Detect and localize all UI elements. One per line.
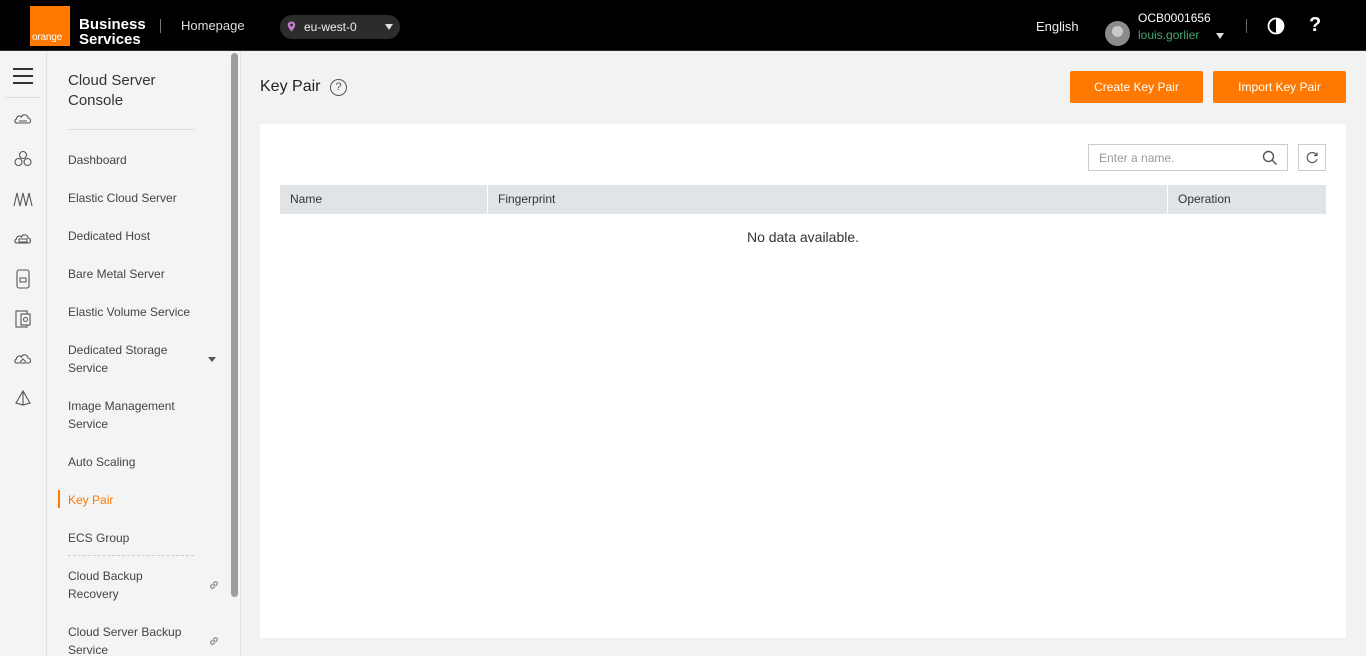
sidebar: Cloud Server Console Dashboard Elastic C… [48, 51, 241, 656]
rail-divider [6, 97, 40, 98]
brand-name: Business Services [79, 17, 159, 47]
search-input[interactable] [1089, 145, 1259, 170]
console-title: Cloud Server Console [68, 72, 156, 109]
brand-line-2: Services [79, 31, 141, 48]
sidebar-item-elastic-cloud-server[interactable]: Elastic Cloud Server [68, 189, 198, 207]
avatar[interactable] [1105, 21, 1130, 46]
cloud-sync-icon[interactable] [12, 348, 34, 370]
search-icon[interactable] [1262, 150, 1278, 166]
help-icon[interactable]: ? [1309, 14, 1321, 37]
empty-state-text: No data available. [746, 229, 860, 245]
sidebar-item-auto-scaling[interactable]: Auto Scaling [68, 453, 198, 471]
active-indicator [58, 490, 60, 508]
orange-logo[interactable]: orange [30, 6, 70, 46]
refresh-icon [1306, 151, 1318, 164]
sidebar-item-image-management-service[interactable]: Image Management Service [68, 397, 188, 433]
refresh-button[interactable] [1298, 144, 1326, 171]
column-fingerprint[interactable]: Fingerprint [488, 185, 1168, 214]
top-bar: orange Business Services Homepage eu-wes… [0, 0, 1366, 51]
column-name[interactable]: Name [280, 185, 488, 214]
sidebar-item-dedicated-host[interactable]: Dedicated Host [68, 227, 198, 245]
page-title: Key Pair [260, 78, 321, 95]
deploy-icon[interactable] [12, 388, 34, 410]
external-link-icon[interactable] [208, 635, 220, 647]
sidebar-item-bare-metal-server[interactable]: Bare Metal Server [68, 265, 198, 283]
region-value: eu-west-0 [304, 20, 357, 34]
search-box [1088, 144, 1288, 171]
user-menu-chevron-icon[interactable] [1216, 33, 1224, 39]
top-divider [1246, 19, 1247, 33]
title-divider [68, 129, 194, 130]
sidebar-item-dashboard[interactable]: Dashboard [68, 151, 198, 169]
database-icon[interactable] [12, 308, 34, 330]
chevron-down-icon [385, 24, 393, 30]
external-link-icon[interactable] [208, 579, 220, 591]
sidebar-item-ecs-group[interactable]: ECS Group [68, 529, 198, 547]
table-header: Name Fingerprint Operation [280, 185, 1326, 214]
chevron-down-icon[interactable] [208, 357, 216, 362]
sidebar-item-elastic-volume-service[interactable]: Elastic Volume Service [68, 303, 198, 321]
sidebar-item-dedicated-storage-service[interactable]: Dedicated Storage Service [68, 341, 183, 377]
create-key-pair-button[interactable]: Create Key Pair [1070, 71, 1203, 103]
sidebar-item-cloud-server-backup-service[interactable]: Cloud Server Backup Service [68, 623, 193, 656]
language-selector[interactable]: English [1036, 19, 1079, 34]
key-pair-panel: Name Fingerprint Operation No data avail… [260, 124, 1346, 638]
column-operation[interactable]: Operation [1168, 185, 1326, 214]
container-icon[interactable] [12, 268, 34, 290]
service-icon-rail [0, 51, 47, 656]
sidebar-dashed-divider [68, 555, 194, 556]
brand-line-1: Business [79, 16, 146, 33]
account-id[interactable]: OCB0001656 [1138, 11, 1211, 25]
sidebar-item-cloud-backup-recovery[interactable]: Cloud Backup Recovery [68, 567, 168, 603]
sidebar-item-key-pair[interactable]: Key Pair [68, 491, 198, 509]
menu-icon[interactable] [13, 68, 33, 84]
logo-text: orange [32, 32, 62, 43]
sidebar-scrollbar[interactable] [231, 53, 238, 597]
help-circle-icon[interactable]: ? [330, 79, 347, 96]
network-icon[interactable] [12, 188, 34, 210]
homepage-link[interactable]: Homepage [181, 18, 245, 33]
cluster-icon[interactable] [12, 148, 34, 170]
region-selector[interactable]: eu-west-0 [280, 15, 400, 39]
contrast-icon[interactable] [1267, 17, 1285, 35]
username[interactable]: louis.gorlier [1138, 28, 1199, 42]
import-key-pair-button[interactable]: Import Key Pair [1213, 71, 1346, 103]
brand-divider [160, 19, 161, 33]
location-pin-icon [287, 21, 296, 32]
storage-icon[interactable] [12, 228, 34, 250]
cloud-server-icon[interactable] [12, 108, 34, 130]
